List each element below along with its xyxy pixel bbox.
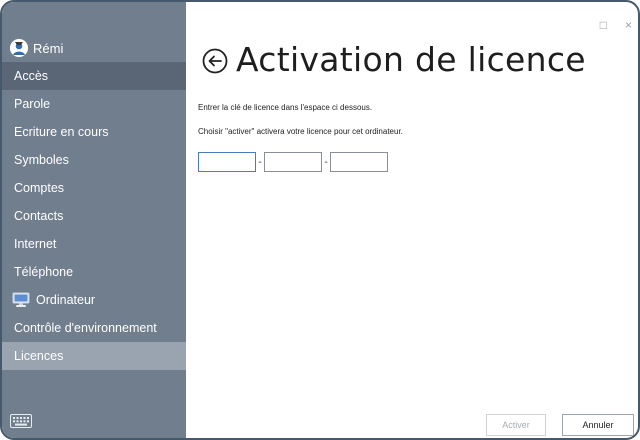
sidebar-item-ordinateur[interactable]: Ordinateur — [2, 286, 186, 314]
instruction-enter-key: Entrer la clé de licence dans l'espace c… — [198, 103, 373, 112]
sidebar-item-label: Comptes — [14, 181, 65, 195]
key-separator: - — [324, 156, 328, 168]
sidebar-item-telephone[interactable]: Téléphone — [2, 258, 186, 286]
instruction-activate-info: Choisir "activer" activera votre licence… — [198, 127, 403, 136]
sidebar-item-label: Symboles — [14, 153, 69, 167]
sidebar: Rémi Accès Parole Ecriture en cours Symb… — [2, 2, 186, 438]
sidebar-item-licences[interactable]: Licences — [2, 342, 186, 370]
user-name: Rémi — [33, 40, 64, 56]
back-arrow-icon[interactable] — [202, 48, 228, 74]
sidebar-item-internet[interactable]: Internet — [2, 230, 186, 258]
sidebar-item-controle-environnement[interactable]: Contrôle d'environnement — [2, 314, 186, 342]
sidebar-item-label: Accès — [14, 69, 49, 83]
page-title: Activation de licence — [236, 40, 586, 79]
license-key-part-3[interactable] — [330, 152, 388, 172]
sidebar-item-label: Ordinateur — [36, 293, 96, 307]
sidebar-item-label: Licences — [14, 349, 64, 363]
close-button[interactable]: × — [625, 18, 632, 32]
sidebar-item-ecriture-en-cours[interactable]: Ecriture en cours — [2, 118, 186, 146]
sidebar-item-parole[interactable]: Parole — [2, 90, 186, 118]
license-key-part-2[interactable] — [264, 152, 322, 172]
sidebar-item-contacts[interactable]: Contacts — [2, 202, 186, 230]
sidebar-item-label: Ecriture en cours — [14, 125, 109, 139]
main-content: □ × Activation de licence Entrer la clé … — [186, 2, 638, 438]
sidebar-item-label: Téléphone — [14, 265, 74, 279]
license-window: Rémi Accès Parole Ecriture en cours Symb… — [0, 0, 640, 440]
sidebar-item-label: Contacts — [14, 209, 64, 223]
activate-button[interactable]: Activer — [486, 414, 546, 436]
user-avatar-icon — [10, 39, 28, 57]
user-profile[interactable]: Rémi — [10, 36, 63, 60]
sidebar-item-symboles[interactable]: Symboles — [2, 146, 186, 174]
cancel-button[interactable]: Annuler — [562, 414, 634, 436]
key-separator: - — [258, 156, 262, 168]
computer-icon — [12, 292, 30, 308]
sidebar-item-label: Internet — [14, 237, 57, 251]
sidebar-item-acces[interactable]: Accès — [2, 62, 186, 90]
license-key-fields: - - — [198, 152, 388, 172]
sidebar-item-label: Parole — [14, 97, 51, 111]
sidebar-item-comptes[interactable]: Comptes — [2, 174, 186, 202]
license-key-part-1[interactable] — [198, 152, 256, 172]
sidebar-item-label: Contrôle d'environnement — [14, 321, 157, 335]
maximize-button[interactable]: □ — [600, 18, 607, 32]
window-controls: □ × — [600, 18, 632, 32]
keyboard-icon[interactable] — [10, 414, 32, 428]
